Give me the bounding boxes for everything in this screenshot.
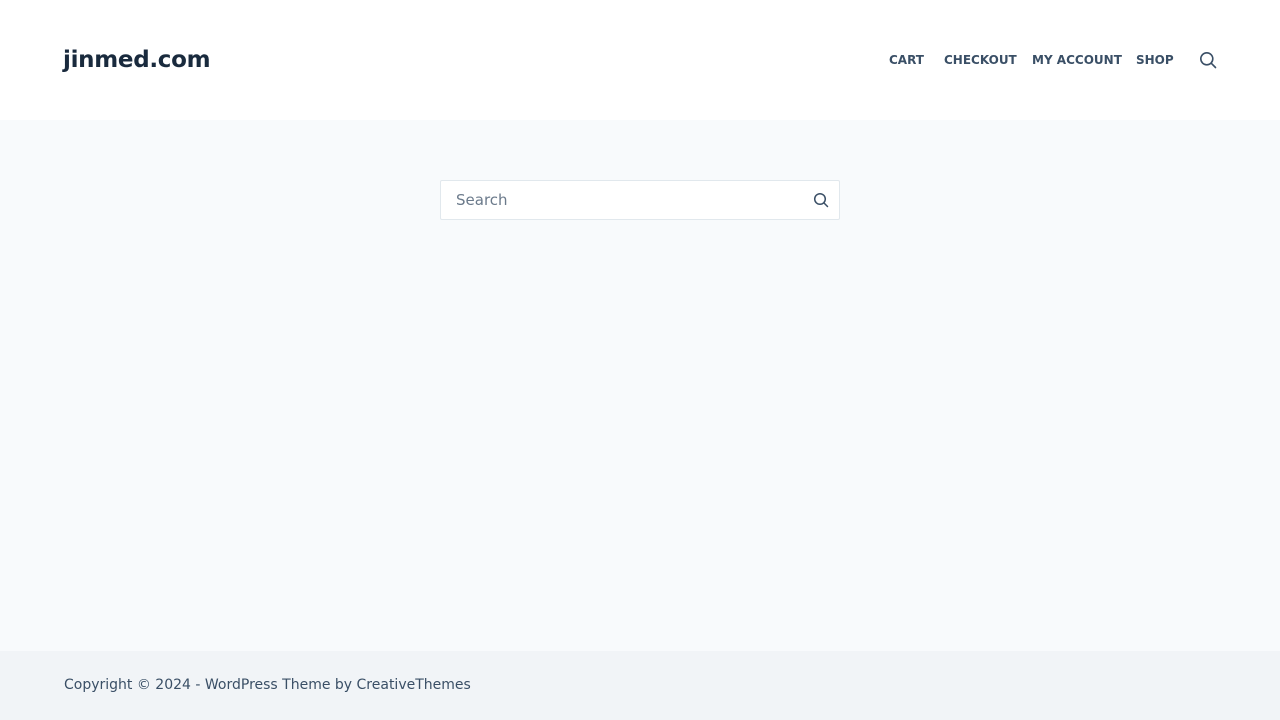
search-icon [813, 192, 829, 208]
site-footer: Copyright © 2024 - WordPress Theme by Cr… [0, 651, 1280, 720]
search-input[interactable] [441, 181, 801, 219]
copyright-text: Copyright © 2024 - WordPress Theme by Cr… [64, 675, 471, 695]
main-content [0, 120, 1280, 651]
site-header: jinmed.com CART CHECKOUT MY ACCOUNT SHOP [0, 0, 1280, 120]
nav-item-checkout[interactable]: CHECKOUT [944, 50, 1017, 70]
search-submit-button[interactable] [813, 192, 829, 208]
search-icon [1200, 52, 1217, 69]
nav-item-cart[interactable]: CART [889, 50, 924, 70]
copyright-prefix: Copyright © 2024 - WordPress Theme by [64, 677, 357, 693]
site-logo[interactable]: jinmed.com [63, 44, 211, 76]
nav-item-shop[interactable]: SHOP [1136, 50, 1174, 70]
creativethemes-link[interactable]: CreativeThemes [357, 677, 471, 693]
search-form [440, 180, 840, 220]
nav-item-my-account[interactable]: MY ACCOUNT [1032, 50, 1122, 70]
header-search-icon[interactable] [1199, 51, 1217, 69]
